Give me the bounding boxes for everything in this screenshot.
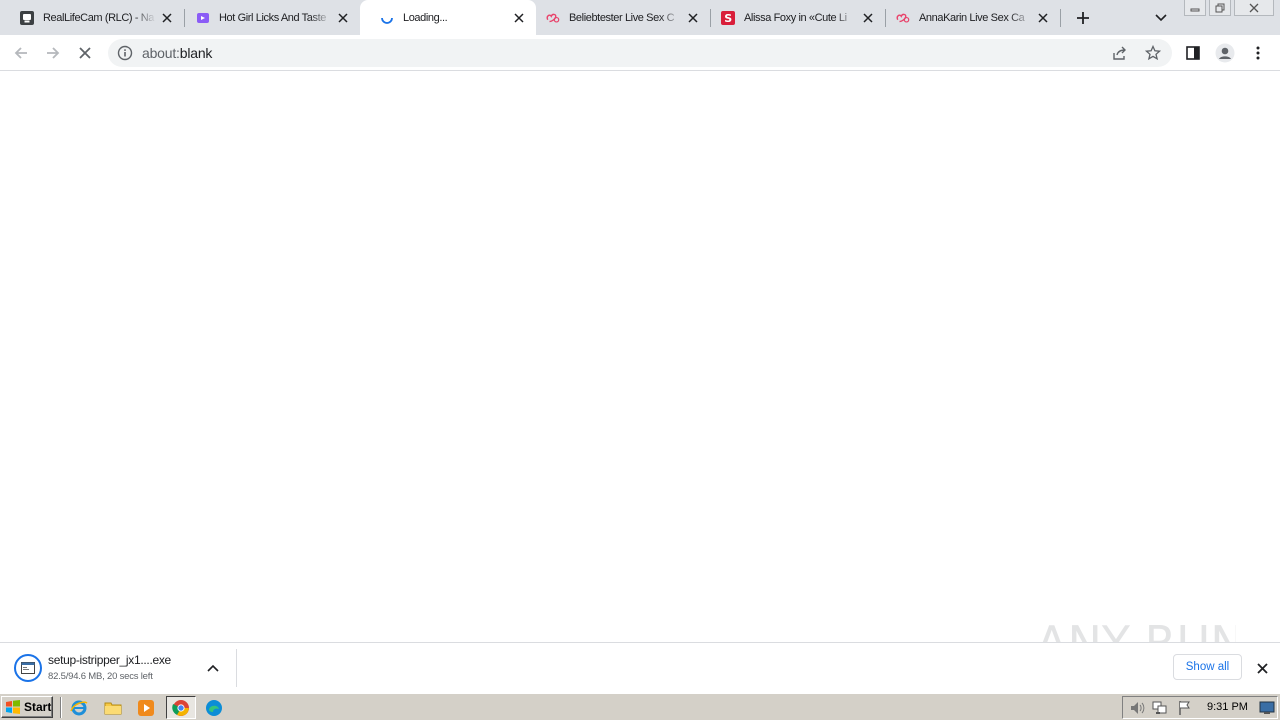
avatar-icon: [1215, 43, 1235, 63]
download-filename: setup-istripper_jx1....exe: [48, 653, 171, 667]
page-content: [0, 72, 1280, 642]
share-icon[interactable]: [1111, 44, 1129, 62]
tab-title: Hot Girl Licks And Taste: [219, 11, 326, 24]
tab-alissa-foxy[interactable]: S Alissa Foxy in «Cute Li: [701, 0, 885, 35]
tab-strip: RealLifeCam (RLC) - Na Hot Girl Licks An…: [0, 0, 1280, 35]
minimize-icon: [1190, 8, 1200, 11]
action-center-flag-icon[interactable]: [1177, 700, 1193, 716]
stop-loading-button[interactable]: [72, 40, 98, 66]
plus-icon: [1077, 12, 1089, 24]
tab-title: RealLifeCam (RLC) - Na: [43, 11, 155, 24]
windows-taskbar: Start 9:31 PM: [0, 693, 1280, 720]
file-explorer-icon[interactable]: [103, 698, 123, 718]
tab-title: AnnaKarin Live Sex Ca: [919, 11, 1025, 24]
tab-hot-girl[interactable]: Hot Girl Licks And Taste: [176, 0, 360, 35]
reallifecam-icon: [20, 10, 34, 25]
close-icon: [1256, 662, 1268, 674]
download-shelf: setup-istripper_jx1....exe 82.5/94.6 MB,…: [0, 642, 1280, 692]
tab-close-icon[interactable]: [684, 9, 701, 26]
tab-title: Beliebtester Live Sex C: [569, 11, 675, 24]
start-label: Start: [24, 700, 52, 714]
tab-beliebtester[interactable]: Beliebtester Live Sex C: [526, 0, 710, 35]
restore-icon: [1215, 3, 1225, 12]
close-window-button[interactable]: [1234, 0, 1274, 16]
taskbar-chrome[interactable]: [166, 696, 196, 719]
tab-separator: [1060, 9, 1061, 27]
side-panel-icon: [1186, 46, 1200, 60]
download-status: 82.5/94.6 MB, 20 secs left: [48, 671, 153, 682]
internet-explorer-icon[interactable]: [69, 698, 89, 718]
tab-search-button[interactable]: [1150, 7, 1172, 29]
tab-close-icon[interactable]: [1034, 9, 1051, 26]
download-separator: [236, 649, 237, 687]
back-button[interactable]: [8, 40, 34, 66]
tab-close-icon[interactable]: [859, 9, 876, 26]
cam-site-icon: [546, 11, 560, 25]
close-download-shelf-button[interactable]: [1253, 659, 1271, 677]
info-icon[interactable]: [117, 45, 133, 61]
clock: 9:31 PM: [1207, 701, 1248, 713]
tab-annakarin[interactable]: AnnaKarin Live Sex Ca: [876, 0, 1060, 35]
tab-reallifecam[interactable]: RealLifeCam (RLC) - Na: [0, 0, 184, 35]
start-button[interactable]: Start: [1, 696, 53, 718]
media-player-icon[interactable]: [136, 698, 156, 718]
exe-file-icon: [14, 654, 42, 682]
browser-toolbar: about:blank: [0, 35, 1280, 71]
chevron-up-icon[interactable]: [204, 659, 222, 677]
svg-text:S: S: [724, 12, 732, 25]
video-site-icon: [196, 11, 210, 25]
network-icon[interactable]: [1152, 700, 1168, 716]
taskbar-separator: [60, 697, 62, 718]
new-tab-button[interactable]: [1072, 7, 1094, 29]
system-tray: 9:31 PM: [1122, 696, 1278, 719]
minimize-button[interactable]: [1184, 0, 1206, 16]
chrome-icon: [172, 699, 189, 716]
loading-spinner-icon: [380, 11, 394, 25]
tab-close-icon[interactable]: [334, 9, 351, 26]
chevron-down-icon: [1155, 14, 1167, 22]
kebab-menu-icon: [1256, 46, 1260, 60]
address-bar[interactable]: about:blank: [108, 39, 1172, 67]
side-panel-button[interactable]: [1180, 40, 1206, 66]
edge-icon[interactable]: [204, 698, 224, 718]
menu-button[interactable]: [1245, 40, 1271, 66]
tab-loading[interactable]: Loading...: [360, 0, 536, 35]
show-desktop-icon[interactable]: [1259, 700, 1275, 716]
s-site-icon: S: [721, 10, 735, 25]
bookmark-star-icon[interactable]: [1144, 44, 1162, 62]
show-all-button[interactable]: Show all: [1173, 654, 1242, 680]
close-icon: [1249, 3, 1259, 12]
tab-title: Loading...: [403, 11, 448, 24]
tab-title: Alissa Foxy in «Cute Li: [744, 11, 847, 24]
stop-icon: [79, 47, 91, 59]
forward-button[interactable]: [40, 40, 66, 66]
download-item[interactable]: setup-istripper_jx1....exe 82.5/94.6 MB,…: [8, 649, 228, 687]
tab-close-icon[interactable]: [158, 9, 175, 26]
volume-icon[interactable]: [1129, 700, 1145, 716]
forward-arrow-icon: [47, 47, 60, 59]
restore-button[interactable]: [1209, 0, 1231, 16]
windows-flag-icon: [6, 700, 20, 714]
tab-close-icon[interactable]: [510, 9, 527, 26]
profile-button[interactable]: [1212, 40, 1238, 66]
back-arrow-icon: [14, 47, 27, 59]
url-text: about:blank: [142, 45, 213, 61]
cam-site-icon: [896, 11, 910, 25]
